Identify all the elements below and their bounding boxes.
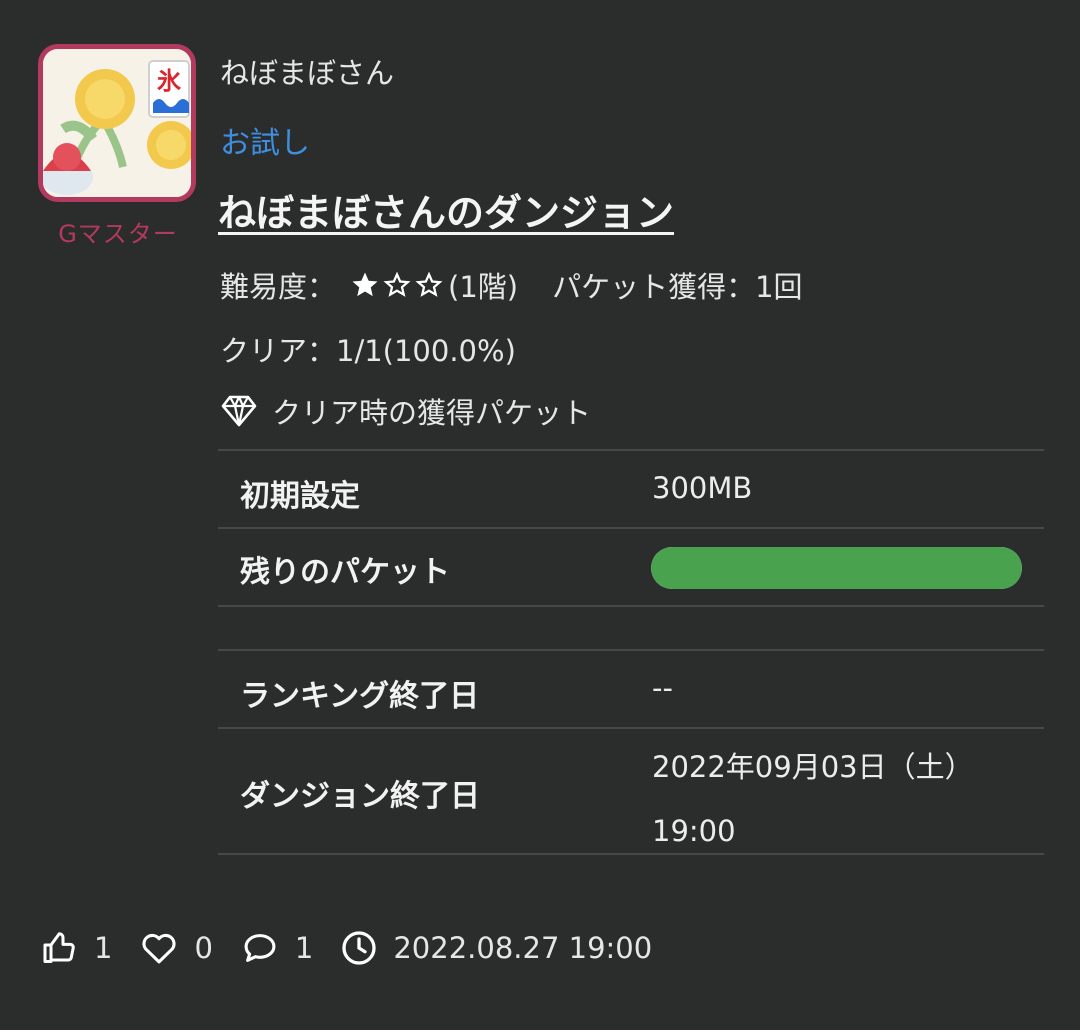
reward-label: クリア時の獲得パケット [272,396,592,430]
difficulty-floors: (1階) [448,270,519,304]
remaining-packet-bar [651,547,1022,589]
like-button[interactable]: 1 [42,930,112,966]
like-count: 1 [94,931,113,965]
author-name[interactable]: ねぼまぼさん [220,50,394,92]
dungeon-end-label: ダンジョン終了日 [240,779,480,814]
difficulty-stars [350,270,446,300]
star-outline-icon [383,271,411,297]
table-row: 初期設定 300MB [218,449,1044,527]
favorite-count: 0 [194,931,213,965]
dungeon-end-date: 2022年09月03日（土） [652,750,974,784]
table-row: ランキング終了日 -- [218,649,1044,727]
dungeon-end-time: 19:00 [652,814,736,848]
clock-icon [342,931,377,965]
remaining-packet-label: 残りのパケット [240,555,450,590]
comment-icon [244,934,276,962]
table-row: 残りのパケット [218,527,1044,605]
packet-gain: パケット獲得：1回 [552,270,803,304]
ice-flag-text: 氷 [157,67,182,95]
difficulty-label: 難易度： [220,270,337,304]
thumbs-up-icon [43,932,75,963]
reward-heading: クリア時の獲得パケット [220,390,591,432]
comment-button[interactable]: 1 [241,931,313,965]
packet-info-table: 初期設定 300MB 残りのパケット ランキング終了日 -- ダンジョン終了日 … [218,449,1044,855]
dungeon-end-value: 2022年09月03日（土） 19:00 [652,735,974,863]
initial-setting-value: 300MB [652,471,753,505]
posted-at: 2022.08.27 19:00 [393,931,653,965]
rank-label: Gマスター [58,220,178,248]
avatar[interactable]: 氷 [38,44,196,202]
clear-rate: クリア：1/1(100.0%) [220,334,516,368]
comment-count: 1 [294,931,314,965]
ranking-end-value: -- [652,671,673,705]
star-outline-icon [415,271,443,297]
diamond-icon [221,395,257,427]
star-filled-icon [352,272,378,297]
author-avatar-block: 氷 Gマスター [38,44,200,248]
ranking-end-label: ランキング終了日 [240,679,480,714]
difficulty-line: 難易度： (1階) パケット獲得：1回 [220,264,803,306]
remaining-packet-fill [651,547,1022,589]
dungeon-title-link[interactable]: ねぼまぼさんのダンジョン [218,182,674,237]
post-tag: お試し [220,126,310,161]
initial-setting-label: 初期設定 [240,479,360,514]
post-footer: 1 0 1 2022.08.27 19:00 [42,930,680,966]
table-row-spacer [218,605,1044,649]
posted-time: 2022.08.27 19:00 [341,930,652,966]
favorite-button[interactable]: 0 [140,931,213,965]
heart-icon [142,933,176,964]
table-row: ダンジョン終了日 2022年09月03日（土） 19:00 [218,727,1044,855]
